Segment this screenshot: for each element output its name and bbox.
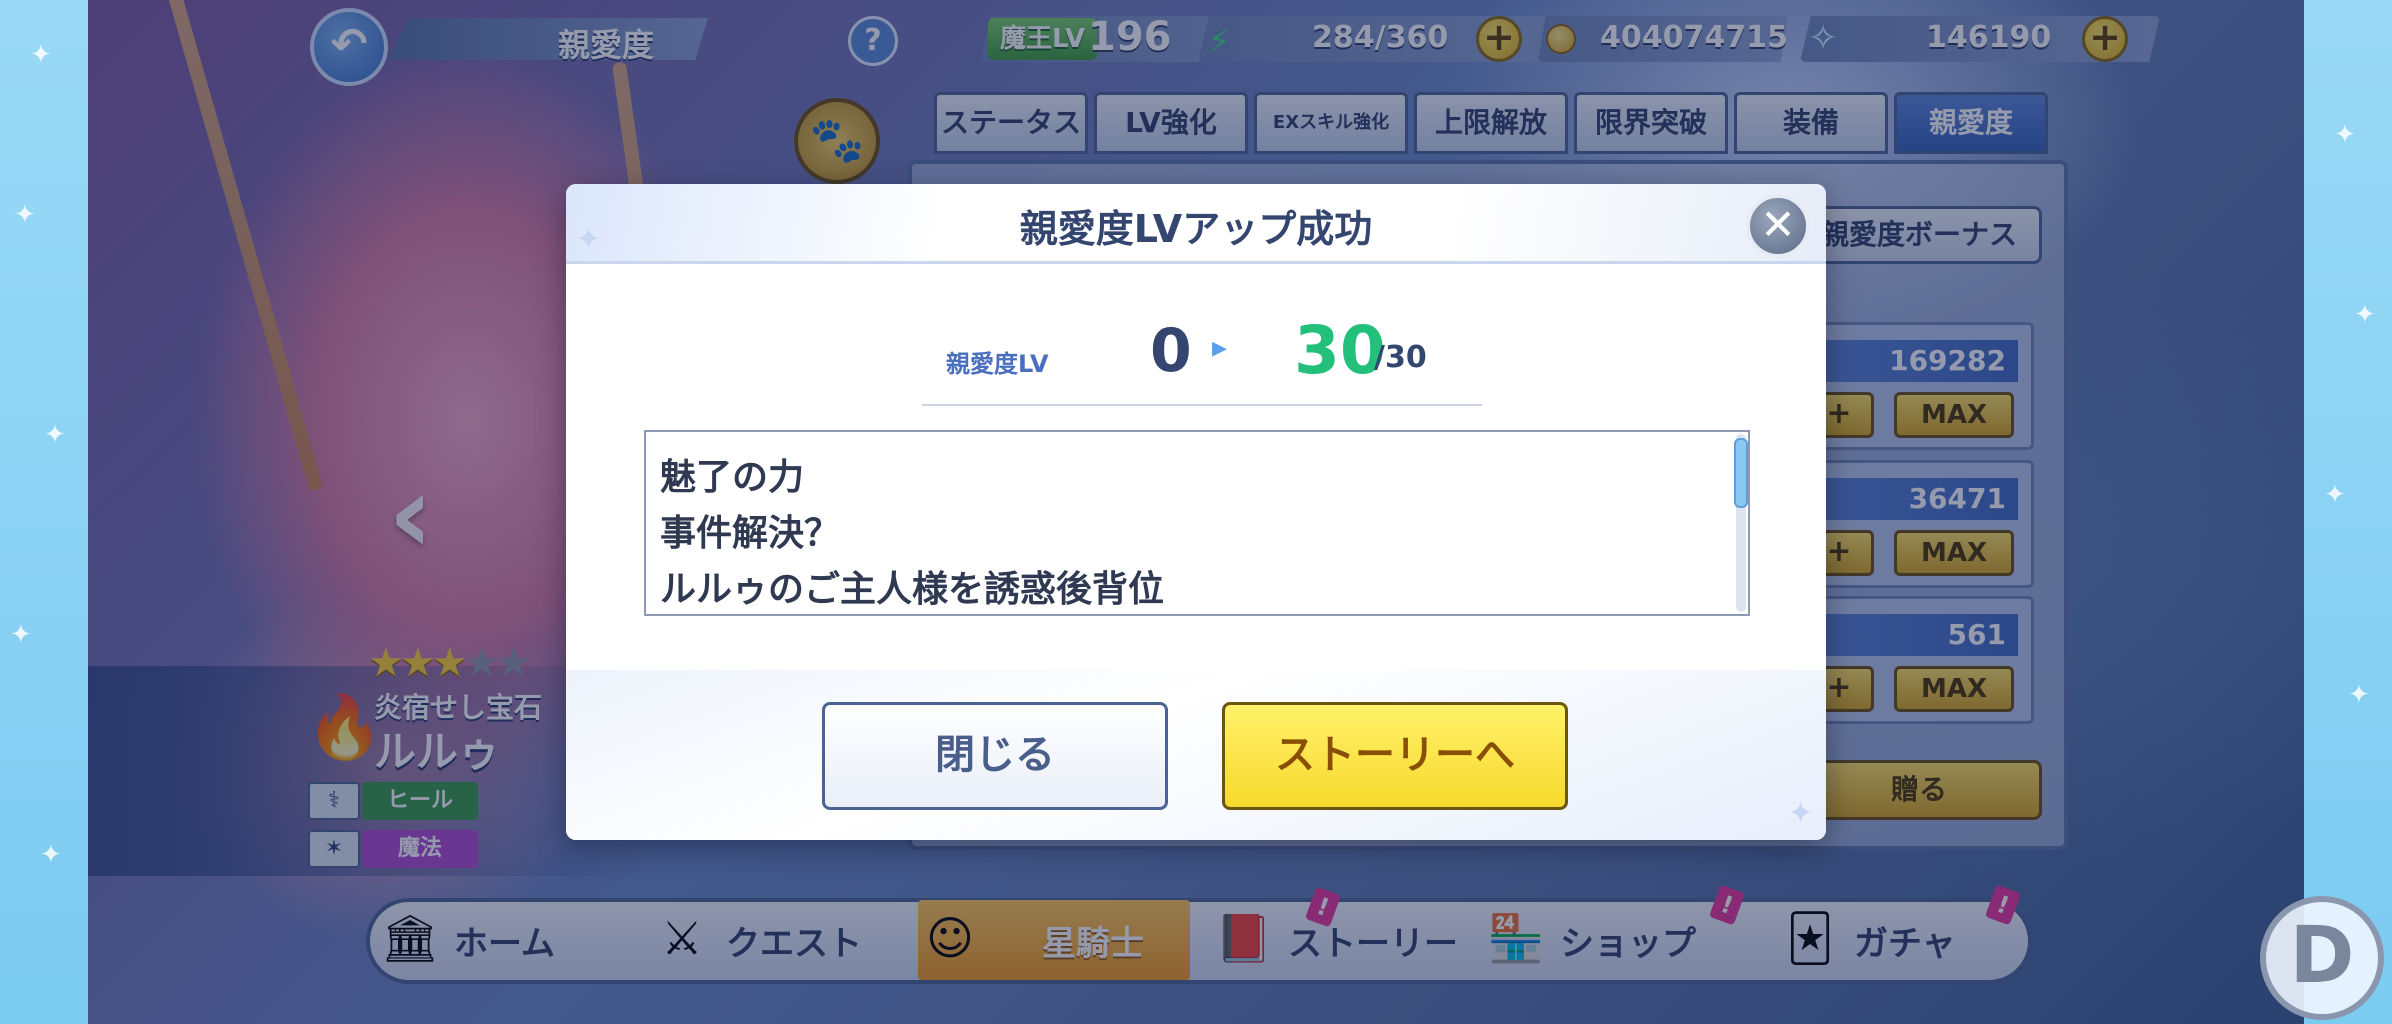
scrollbar-thumb[interactable] [1734, 438, 1748, 508]
go-to-story-button[interactable]: ストーリーへ [1222, 702, 1568, 810]
sparkle-icon: ✦ [2324, 480, 2346, 510]
affection-level-before: 0 [1150, 316, 1192, 386]
divider [922, 404, 1482, 406]
list-item: 事件解決？ [660, 513, 841, 554]
affection-level-label: 親愛度LV [946, 350, 1049, 378]
list-item: 魅了の力 [660, 457, 805, 498]
right-frame: ✦ ✦ ✦ ✦ [2304, 0, 2392, 1024]
arrow-right-icon: ▸ [1212, 330, 1228, 365]
left-frame: ✦ ✦ ✦ ✦ ✦ [0, 0, 88, 1024]
sparkle-icon: ✦ [2354, 300, 2376, 330]
close-button[interactable]: 閉じる [822, 702, 1168, 810]
unlocked-story-list[interactable]: 魅了の力 事件解決？ ルルゥのご主人様を誘惑後背位 [644, 430, 1750, 616]
d-float-button[interactable]: D [2260, 896, 2384, 1020]
list-item: ルルゥのご主人様を誘惑後背位 [660, 569, 1165, 610]
affection-levelup-dialog: ✦ 親愛度LVアップ成功 ✕ 親愛度LV 0 ▸ 30 /30 魅了の力 事件解… [566, 184, 1826, 840]
sparkle-icon: ✦ [2334, 120, 2356, 150]
sparkle-icon: ✦ [40, 840, 62, 870]
dialog-footer [566, 670, 1826, 840]
affection-level-after: 30 [1294, 312, 1386, 389]
affection-level-max: /30 [1374, 340, 1427, 375]
sparkle-icon: ✦ [14, 200, 36, 230]
sparkle-icon: ✦ [1788, 796, 1814, 831]
dialog-title: 親愛度LVアップ成功 [1019, 207, 1373, 251]
sparkle-icon: ✦ [10, 620, 32, 650]
sparkle-icon: ✦ [44, 420, 66, 450]
sparkle-icon: ✦ [2348, 680, 2370, 710]
close-icon[interactable]: ✕ [1746, 194, 1810, 258]
sparkle-icon: ✦ [30, 40, 52, 70]
